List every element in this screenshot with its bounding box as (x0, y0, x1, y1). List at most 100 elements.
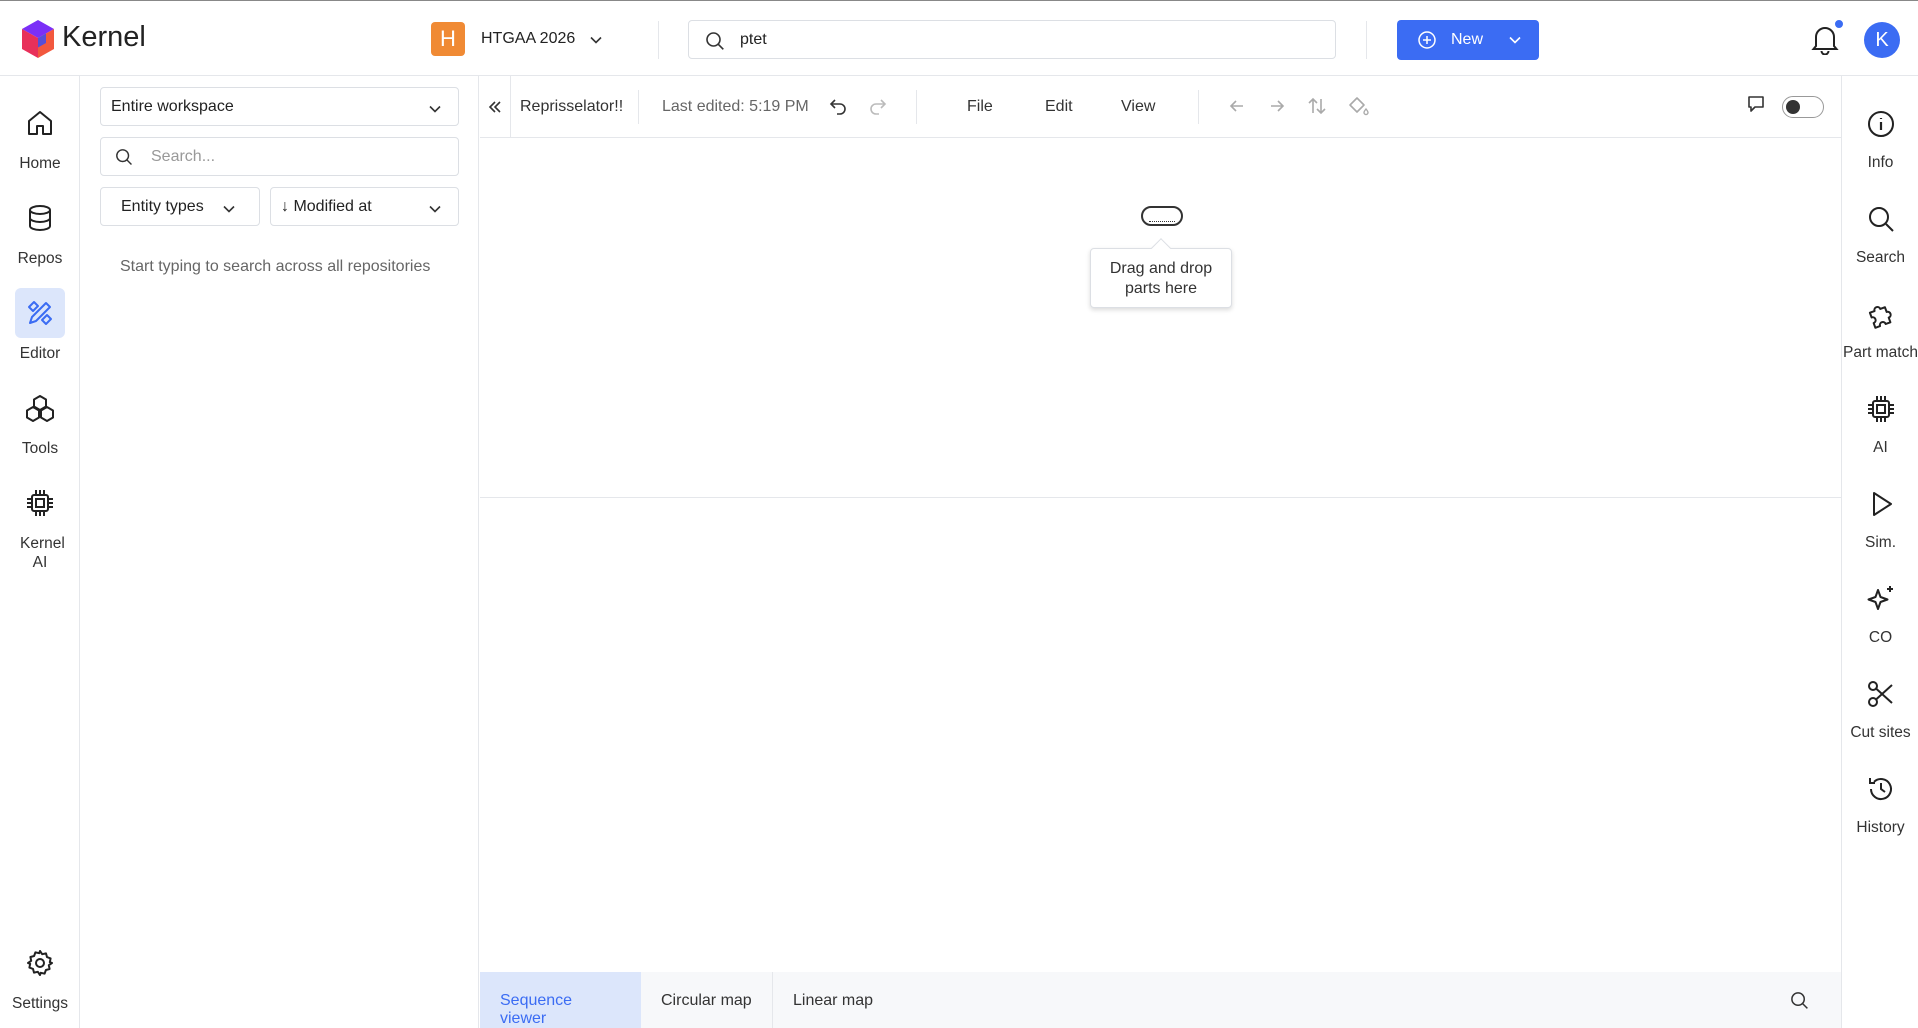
rnav-info[interactable]: Info (1842, 102, 1918, 172)
arrow-right-icon[interactable] (1267, 96, 1287, 116)
divider (916, 90, 917, 124)
nav-settings[interactable]: Settings (0, 938, 80, 1013)
divider (638, 90, 639, 124)
nav-editor[interactable]: Editor (0, 288, 80, 363)
chip-icon (1867, 396, 1894, 422)
editor-icon (28, 301, 52, 325)
menu-file[interactable]: File (967, 98, 993, 116)
workspace-name[interactable]: HTGAA 2026 (481, 30, 575, 48)
user-avatar[interactable]: K (1864, 22, 1900, 58)
sort-select[interactable]: ↓ Modified at (270, 187, 459, 226)
workspace-avatar[interactable]: H (431, 22, 465, 56)
brand-name: Kernel (62, 21, 146, 53)
home-icon (28, 111, 52, 135)
drop-placeholder[interactable] (1141, 206, 1183, 226)
chevron-down-icon[interactable] (588, 32, 604, 48)
tab-linear-map[interactable]: Linear map (773, 972, 903, 1028)
chevron-down-icon (429, 105, 441, 113)
rnav-cut-sites-label: Cut sites (1850, 724, 1911, 741)
arrow-left-icon[interactable] (1227, 96, 1247, 116)
kernel-logo-icon[interactable] (20, 19, 56, 59)
rnav-co[interactable]: CO (1842, 577, 1918, 647)
sort-label: ↓ Modified at (281, 198, 372, 215)
notification-dot (1834, 19, 1844, 29)
menu-view[interactable]: View (1121, 98, 1155, 116)
new-button[interactable]: New (1397, 20, 1539, 60)
nav-kernel-ai-label: Kernel AI (20, 535, 65, 571)
divider (1366, 21, 1367, 59)
database-icon (29, 205, 51, 232)
drop-hint-tooltip: Drag and drop parts here (1090, 248, 1232, 308)
rnav-sim[interactable]: Sim. (1842, 482, 1918, 552)
redo-icon[interactable] (868, 96, 888, 116)
divider (658, 21, 659, 59)
comment-icon[interactable] (1746, 94, 1766, 114)
rnav-ai-label: AI (1873, 439, 1888, 456)
play-icon (1872, 492, 1892, 516)
search-icon (116, 149, 132, 165)
editor-canvas[interactable]: Drag and drop parts here (480, 138, 1841, 498)
scope-select[interactable]: Entire workspace (100, 87, 459, 126)
rnav-part-match[interactable]: Part match (1842, 292, 1918, 362)
nav-home-label: Home (19, 155, 61, 172)
gear-icon (27, 950, 53, 976)
nav-repos[interactable]: Repos (0, 193, 80, 268)
right-nav: Info Search Part match AI Sim. CO Cut si… (1841, 76, 1918, 1028)
chip-icon (27, 490, 53, 516)
left-nav: Home Repos Editor Tools Kernel AI Settin… (0, 76, 80, 1028)
document-title[interactable]: Reprisselator!! (520, 98, 623, 116)
scope-value: Entire workspace (111, 98, 234, 115)
search-value: ptet (740, 31, 767, 48)
new-button-label: New (1451, 31, 1484, 48)
rnav-search-label: Search (1855, 249, 1906, 266)
history-icon (1868, 778, 1892, 801)
top-bar: Kernel H HTGAA 2026 ptet New K (0, 0, 1918, 76)
last-edited: Last edited: 5:19 PM (662, 98, 809, 115)
rnav-history[interactable]: History (1842, 767, 1918, 837)
chevron-down-icon (223, 205, 235, 213)
tab-circular-map[interactable]: Circular map (641, 972, 788, 1028)
undo-icon[interactable] (828, 96, 848, 116)
editor-toolbar: Reprisselator!! Last edited: 5:19 PM Fil… (480, 76, 1841, 138)
rnav-co-label: CO (1868, 629, 1893, 646)
nav-tools[interactable]: Tools (0, 383, 80, 458)
empty-message: Start typing to search across all reposi… (120, 258, 431, 275)
toggle-switch[interactable] (1782, 96, 1824, 118)
entity-types-label: Entity types (121, 198, 204, 215)
rnav-part-match-label: Part match (1843, 344, 1918, 361)
nav-repos-label: Repos (17, 250, 63, 267)
paint-bucket-icon[interactable] (1347, 96, 1369, 116)
search-icon (706, 32, 724, 50)
swap-vertical-icon[interactable] (1307, 96, 1327, 116)
sparkle-icon (1867, 586, 1893, 610)
nav-editor-label: Editor (19, 345, 61, 362)
nav-settings-label: Settings (11, 995, 68, 1012)
plus-circle-icon (1418, 31, 1436, 49)
nav-home[interactable]: Home (0, 98, 80, 173)
rnav-search[interactable]: Search (1842, 197, 1918, 267)
rnav-info-label: Info (1867, 154, 1894, 171)
menu-edit[interactable]: Edit (1045, 98, 1073, 116)
divider (1198, 90, 1199, 124)
chevron-down-icon (429, 205, 441, 213)
panel-search-placeholder: Search... (151, 148, 216, 165)
info-icon (1867, 111, 1894, 137)
search-icon[interactable] (1790, 991, 1809, 1010)
search-panel: Entire workspace Search... Entity types … (80, 76, 479, 1028)
divider (510, 76, 511, 138)
collapse-panel-icon[interactable] (486, 98, 504, 116)
global-search-input[interactable]: ptet (688, 20, 1336, 59)
nav-kernel-ai[interactable]: Kernel AI (0, 478, 80, 572)
toggle-knob (1786, 100, 1800, 114)
panel-search-input[interactable]: Search... (100, 137, 459, 176)
nav-tools-label: Tools (21, 440, 59, 457)
rnav-cut-sites[interactable]: Cut sites (1842, 672, 1918, 742)
rnav-sim-label: Sim. (1865, 534, 1896, 551)
scissors-icon (1867, 681, 1893, 707)
tab-sequence-viewer[interactable]: Sequence viewer (480, 972, 641, 1028)
rnav-history-label: History (1856, 819, 1905, 836)
entity-types-select[interactable]: Entity types (100, 187, 260, 226)
search-icon (1868, 207, 1894, 232)
rnav-ai[interactable]: AI (1842, 387, 1918, 457)
tools-icon (26, 395, 54, 422)
